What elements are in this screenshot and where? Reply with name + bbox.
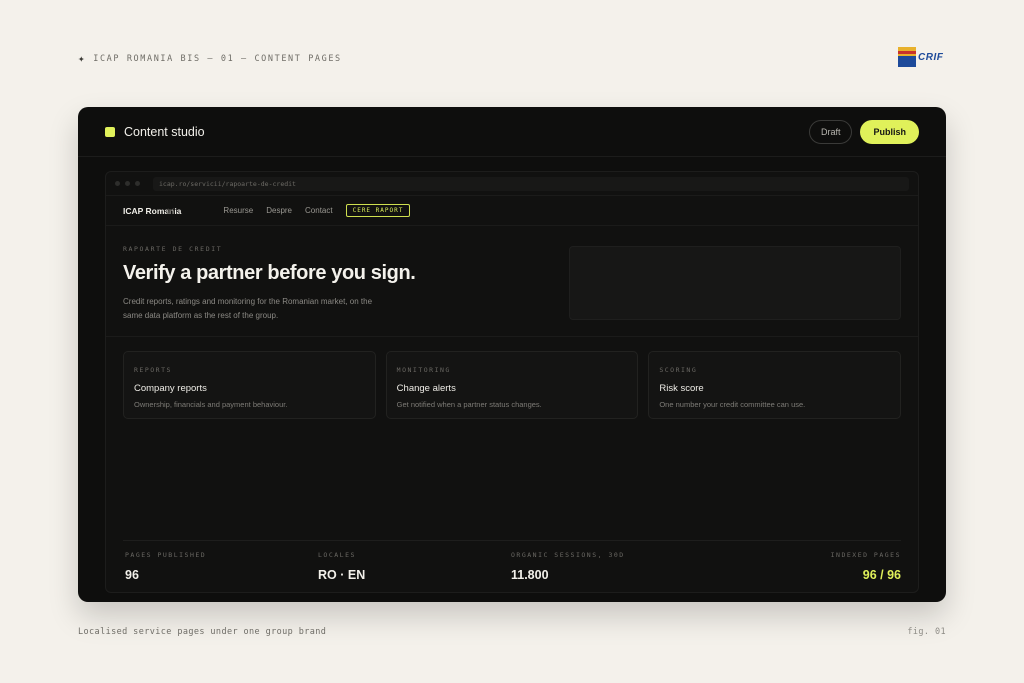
- nav-link-despre[interactable]: Despre: [266, 206, 292, 215]
- stat-label: ORGANIC SESSIONS, 30D: [511, 551, 625, 559]
- studio-header: Content studio Draft Publish: [78, 107, 946, 157]
- stat-locales: LOCALES RO · EN: [318, 551, 365, 582]
- url-bar[interactable]: icap.ro/servicii/rapoarte-de-credit: [153, 176, 909, 191]
- site-nav: ICAP Romania tri Resurse Despre Contact C…: [106, 196, 918, 226]
- studio-title-text: Content studio: [124, 124, 205, 139]
- stat-value: RO · EN: [318, 568, 366, 582]
- hero-title: Verify a partner before you sign.: [123, 262, 416, 284]
- sparkle-icon: ✦: [78, 52, 87, 65]
- service-card-reports[interactable]: REPORTS Company reports Ownership, finan…: [123, 351, 376, 419]
- stat-label: PAGES PUBLISHED: [125, 551, 207, 559]
- stat-value: 96 / 96: [862, 568, 901, 582]
- stat-value: 96: [125, 568, 139, 582]
- hero-subtitle: Credit reports, ratings and monitoring f…: [123, 297, 373, 320]
- window-dot-icon: [125, 181, 130, 186]
- service-card-scoring[interactable]: SCORING Risk score One number your credi…: [648, 351, 902, 419]
- service-cards: REPORTS Company reports Ownership, finan…: [123, 351, 902, 419]
- studio-title: Content studio: [105, 125, 205, 139]
- stat-label: INDEXED PAGES: [830, 551, 901, 559]
- content-studio-window: Content studio Draft Publish icap.ro/ser…: [78, 107, 946, 602]
- publish-button[interactable]: Publish: [860, 119, 919, 144]
- card-title: Company reports: [134, 383, 207, 394]
- card-description: Get notified when a partner status chang…: [396, 400, 542, 409]
- top-caption: ✦ ICAP ROMANIA BIS — 01 — CONTENT PAGES: [78, 52, 342, 65]
- browser-bar: icap.ro/servicii/rapoarte-de-credit: [106, 172, 918, 196]
- crif-wordmark: CRIF: [918, 51, 944, 63]
- stat-value: 11.800: [511, 568, 549, 582]
- site-logo-trailing: tri: [167, 205, 175, 216]
- card-description: Ownership, financials and payment behavi…: [134, 400, 288, 409]
- figure-label: fig. 01: [907, 627, 946, 637]
- card-description: One number your credit committee can use…: [659, 400, 806, 409]
- hero-section: RAPOARTE DE CREDIT Verify a partner befo…: [106, 226, 918, 337]
- stat-indexed-pages: INDEXED PAGES 96 / 96: [831, 551, 901, 582]
- window-dot-icon: [115, 181, 120, 186]
- card-title: Change alerts: [396, 383, 456, 394]
- bottom-caption: Localised service pages under one group …: [78, 627, 327, 637]
- card-kicker: REPORTS: [134, 366, 172, 374]
- hero-eyebrow: RAPOARTE DE CREDIT: [123, 245, 223, 253]
- stat-label: LOCALES: [318, 551, 356, 559]
- draft-button[interactable]: Draft: [808, 119, 853, 144]
- card-title: Risk score: [659, 383, 704, 394]
- request-report-button[interactable]: CERE RAPORT: [345, 204, 411, 217]
- service-card-monitoring[interactable]: MONITORING Change alerts Get notified wh…: [385, 351, 639, 419]
- page-preview-browser: icap.ro/servicii/rapoarte-de-credit ICAP…: [105, 171, 919, 593]
- site-logo[interactable]: ICAP Romania tri: [123, 206, 181, 216]
- icap-logo-mark: [898, 47, 916, 67]
- stat-organic-sessions: ORGANIC SESSIONS, 30D 11.800: [511, 551, 625, 582]
- nav-link-contact[interactable]: Contact: [305, 206, 333, 215]
- icap-crif-logo: CRIF: [898, 46, 948, 68]
- hero-image-placeholder: [569, 246, 901, 320]
- window-dot-icon: [135, 181, 140, 186]
- nav-link-resurse[interactable]: Resurse: [223, 206, 253, 215]
- top-caption-text: ICAP ROMANIA BIS — 01 — CONTENT PAGES: [93, 53, 342, 64]
- stats-row: PAGES PUBLISHED 96 LOCALES RO · EN ORGAN…: [123, 540, 901, 586]
- studio-actions: Draft Publish: [808, 119, 919, 144]
- card-kicker: MONITORING: [396, 366, 451, 374]
- card-kicker: SCORING: [659, 366, 698, 374]
- studio-square-icon: [105, 126, 115, 137]
- stat-pages-published: PAGES PUBLISHED 96: [125, 551, 206, 582]
